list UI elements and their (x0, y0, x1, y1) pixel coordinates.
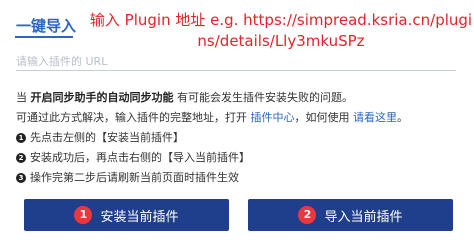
section-title: 一键导入 (16, 16, 77, 35)
plugin-url-input[interactable] (16, 52, 456, 71)
annotation-overlay: 输入 Plugin 地址 e.g. https://simpread.ksria… (89, 11, 473, 50)
step-badge-2: 2 (298, 206, 317, 224)
info-line-warning: 当 开启同步助手的自动同步功能 有可能会发生插件安装失败的问题。 (16, 88, 466, 108)
info-section: 当 开启同步助手的自动同步功能 有可能会发生插件安装失败的问题。 可通过此方式解… (16, 88, 466, 188)
step-text: 操作完第二步后请刷新当前页面时插件生效 (30, 171, 239, 184)
step-text: 先点击左侧的【安装当前插件】 (30, 131, 184, 144)
info-text: ，如何使用 (294, 111, 353, 124)
step-1: 1 先点击左侧的【安装当前插件】 (16, 128, 466, 148)
step-number-icon: 1 (16, 133, 26, 143)
info-text: 可通过此方式解决，输入插件的完整地址，打开 (16, 111, 251, 124)
title-underline (15, 36, 73, 38)
auto-sync-emphasis: 开启同步助手的自动同步功能 (30, 91, 174, 104)
plugin-center-link[interactable]: 插件中心 (251, 111, 295, 124)
step-2: 2 安装成功后，再点击右侧的【导入当前插件】 (16, 148, 466, 168)
info-line-solution: 可通过此方式解决，输入插件的完整地址，打开 插件中心，如何使用 请看这里。 (16, 108, 466, 128)
step-3: 3 操作完第二步后请刷新当前页面时插件生效 (16, 168, 466, 188)
step-number-icon: 3 (16, 173, 26, 183)
import-button-label: 导入当前插件 (324, 209, 403, 225)
info-text: 有可能会发生插件安装失败的问题。 (173, 91, 353, 104)
import-plugin-button[interactable]: 2 导入当前插件 (248, 199, 453, 231)
see-here-link[interactable]: 请看这里 (353, 111, 397, 124)
import-plugin-panel: 一键导入 输入 Plugin 地址 e.g. https://simpread.… (0, 0, 474, 239)
info-text: 当 (16, 91, 31, 104)
install-plugin-button[interactable]: 1 安装当前插件 (24, 199, 229, 231)
install-button-label: 安装当前插件 (100, 209, 179, 225)
step-badge-1: 1 (74, 206, 93, 224)
info-text: 。 (397, 111, 408, 124)
step-text: 安装成功后，再点击右侧的【导入当前插件】 (30, 151, 250, 164)
step-number-icon: 2 (16, 153, 26, 163)
